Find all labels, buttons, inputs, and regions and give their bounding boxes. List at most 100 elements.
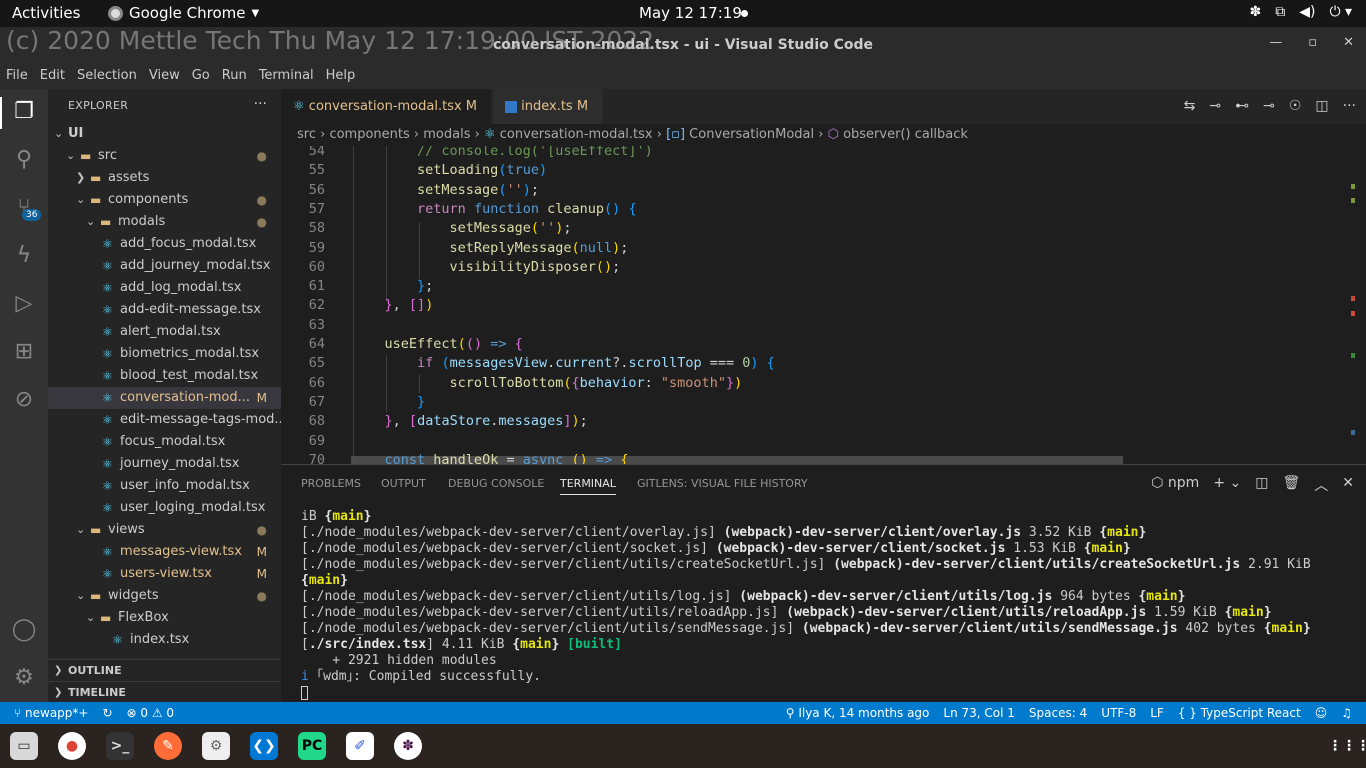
tree-item[interactable]: ⚛ add_focus_modal.tsx	[48, 233, 281, 255]
breadcrumb-item[interactable]: modals	[423, 127, 470, 142]
timeline-section[interactable]: ❯ TIMELINE	[48, 681, 281, 703]
maximize-panel-icon[interactable]: ︿	[1314, 475, 1328, 495]
panel-tab-debug-console[interactable]: DEBUG CONSOLE	[448, 477, 544, 490]
tree-item[interactable]: ⚛ alert_modal.tsx	[48, 321, 281, 343]
tree-item[interactable]: ⚛ user_info_modal.tsx	[48, 475, 281, 497]
git-branch[interactable]: ⑂ newapp*+	[14, 702, 88, 724]
minimize-button[interactable]: —	[1269, 35, 1282, 50]
menu-item-terminal[interactable]: Terminal	[259, 68, 314, 89]
tree-item[interactable]: ⌄ ▬ src ●	[48, 145, 281, 167]
cursor-position[interactable]: Ln 73, Col 1	[943, 702, 1015, 724]
split-editor-icon[interactable]: ◫	[1315, 98, 1328, 114]
panel-tab-problems[interactable]: PROBLEMS	[301, 477, 361, 490]
breadcrumb-item[interactable]: conversation-modal.tsx	[500, 127, 653, 142]
slack-tray-icon[interactable]: ✽	[1249, 4, 1261, 20]
network-icon[interactable]: ⧉	[1275, 4, 1285, 20]
activities-button[interactable]: Activities	[12, 4, 80, 22]
system-tray[interactable]: ✽ ⧉ ◀) ⏻ ▾	[1249, 4, 1352, 20]
terminal-output[interactable]: iB {main} [./node_modules/webpack-dev-ser…	[301, 509, 1361, 701]
breadcrumb-item[interactable]: ConversationModal	[689, 127, 814, 142]
split-terminal-icon[interactable]: ◫	[1255, 475, 1268, 495]
tab-conversation-modal[interactable]: ⚛ conversation-modal.tsx M ✕	[281, 89, 491, 149]
slack-app-icon[interactable]: ✽	[394, 732, 422, 760]
tree-item[interactable]: ⚛ add_log_modal.tsx	[48, 277, 281, 299]
tree-item[interactable]: ⚛ focus_modal.tsx	[48, 431, 281, 453]
timeline-icon[interactable]: ⊘	[9, 385, 39, 415]
indentation[interactable]: Spaces: 4	[1029, 702, 1087, 724]
tree-item[interactable]: ⌄ ▬ widgets ●	[48, 585, 281, 607]
chrome-app-icon[interactable]: ●	[58, 732, 86, 760]
menu-item-go[interactable]: Go	[192, 68, 210, 89]
menu-item-edit[interactable]: Edit	[40, 68, 65, 89]
terminal-app-icon[interactable]: >_	[106, 732, 134, 760]
git-blame[interactable]: ⚲ Ilya K, 14 months ago	[786, 702, 930, 724]
language-mode[interactable]: { } TypeScript React	[1178, 702, 1301, 724]
menu-item-view[interactable]: View	[149, 68, 180, 89]
more-actions-icon[interactable]: ···	[1343, 98, 1356, 114]
gitlens-prev-icon[interactable]: ⊸	[1209, 98, 1221, 114]
tree-item[interactable]: ⚛ conversation-mod... M	[48, 387, 281, 409]
gitlens-icon[interactable]: ϟ	[9, 241, 39, 271]
tree-item[interactable]: ❯ ▬ assets	[48, 167, 281, 189]
window-title-bar[interactable]: conversation-modal.tsx - ui - Visual Stu…	[0, 26, 1366, 63]
pycharm-app-icon[interactable]: PC	[298, 732, 326, 760]
close-panel-icon[interactable]: ✕	[1342, 475, 1354, 495]
tree-item[interactable]: ⌄ UI	[48, 123, 281, 145]
account-icon[interactable]: ◯	[9, 615, 39, 645]
tree-item[interactable]: ⚛ user_loging_modal.tsx	[48, 497, 281, 519]
terminal-icon[interactable]: ⬡ npm	[1151, 475, 1199, 495]
show-apps-icon[interactable]: ⋮⋮⋮	[1328, 732, 1366, 760]
tree-item[interactable]: ⚛ messages-view.tsx M	[48, 541, 281, 563]
menu-item-help[interactable]: Help	[326, 68, 356, 89]
text-editor-app-icon[interactable]: ✐	[346, 732, 374, 760]
run-debug-icon[interactable]: ▷	[9, 289, 39, 319]
app-menu[interactable]: Google Chrome ▼	[108, 4, 259, 22]
tree-item[interactable]: ⌄ ▬ components ●	[48, 189, 281, 211]
explorer-icon[interactable]: ❐	[9, 97, 39, 127]
menu-item-selection[interactable]: Selection	[77, 68, 137, 89]
vscode-app-icon[interactable]: ❮❯	[250, 732, 278, 760]
tree-item[interactable]: ⌄ ▬ FlexBox	[48, 607, 281, 629]
files-app-icon[interactable]: ▭	[10, 732, 38, 760]
notifications-bell-icon[interactable]: ♫	[1341, 702, 1352, 724]
more-actions-icon[interactable]: ···	[254, 96, 267, 112]
tree-item[interactable]: ⚛ blood_test_modal.tsx	[48, 365, 281, 387]
gitlens-next-icon[interactable]: ⊸	[1263, 98, 1275, 114]
close-window-button[interactable]: ✕	[1343, 35, 1354, 50]
clock[interactable]: May 12 17:19	[639, 4, 742, 22]
tree-item[interactable]: ⚛ journey_modal.tsx	[48, 453, 281, 475]
problems-count[interactable]: ⊗ 0 ⚠ 0	[127, 702, 175, 724]
tree-item[interactable]: ⚛ index.tsx	[48, 629, 281, 651]
line-ending[interactable]: LF	[1150, 702, 1164, 724]
power-icon[interactable]: ⏻ ▾	[1329, 4, 1352, 20]
toggle-blame-icon[interactable]: ☉	[1289, 98, 1302, 114]
new-terminal-icon[interactable]: + ⌄	[1213, 475, 1241, 495]
tree-item[interactable]: ⚛ edit-message-tags-mod...	[48, 409, 287, 431]
encoding[interactable]: UTF-8	[1101, 702, 1136, 724]
commit-icon[interactable]: ⊷	[1235, 98, 1249, 114]
trash-icon[interactable]: 🗑	[1282, 475, 1300, 495]
tree-item[interactable]: ⚛ add-edit-message.tsx	[48, 299, 281, 321]
extensions-icon[interactable]: ⊞	[9, 337, 39, 367]
terminal-prompt[interactable]	[301, 685, 1361, 701]
feedback-icon[interactable]: ☺	[1315, 702, 1328, 724]
panel-tab-gitlens-visual-file-history[interactable]: GITLENS: VISUAL FILE HISTORY	[637, 477, 808, 490]
breadcrumb-item[interactable]: components	[329, 127, 409, 142]
breadcrumb-item[interactable]: src	[297, 127, 316, 142]
panel-tab-output[interactable]: OUTPUT	[381, 477, 426, 490]
sync-icon[interactable]: ↻	[102, 702, 112, 724]
menu-item-run[interactable]: Run	[222, 68, 247, 89]
compare-icon[interactable]: ⇆	[1184, 98, 1196, 114]
tree-item[interactable]: ⚛ add_journey_modal.tsx	[48, 255, 281, 277]
volume-icon[interactable]: ◀)	[1299, 4, 1315, 20]
code-editor[interactable]: 54 // console.log('[useEffect]') 55 setLo…	[281, 146, 1366, 464]
tree-item[interactable]: ⚛ biometrics_modal.tsx	[48, 343, 281, 365]
outline-section[interactable]: ❯ OUTLINE	[48, 659, 281, 681]
tree-item[interactable]: ⚛ users-view.tsx M	[48, 563, 281, 585]
search-icon[interactable]: ⚲	[9, 145, 39, 175]
menu-item-file[interactable]: File	[6, 68, 28, 89]
panel-tab-terminal[interactable]: TERMINAL	[560, 477, 616, 495]
maximize-button[interactable]: ▫	[1308, 35, 1317, 50]
settings-gear-icon[interactable]: ⚙	[9, 663, 39, 693]
breadcrumb-item[interactable]: observer() callback	[843, 127, 968, 142]
